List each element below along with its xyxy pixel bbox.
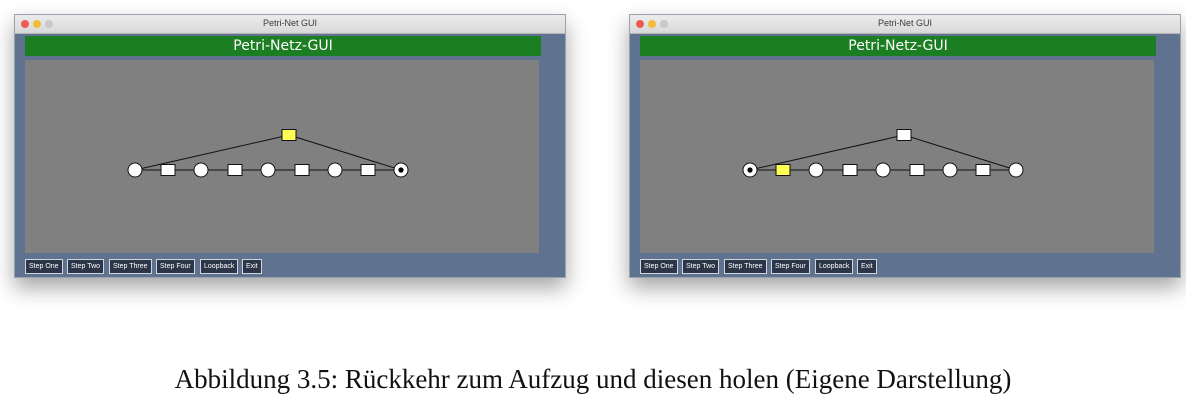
place-node: [875, 162, 891, 178]
transition-node: [160, 164, 176, 176]
transition-node: [975, 164, 991, 176]
window-title: Petri-Net GUI: [877, 18, 932, 28]
step-three-button[interactable]: Step Three: [109, 259, 152, 274]
transition-node: [294, 164, 310, 176]
window-title: Petri-Net GUI: [262, 18, 317, 28]
place-node: [260, 162, 276, 178]
exit-button[interactable]: Exit: [857, 259, 877, 274]
petri-net-canvas: [640, 60, 1154, 253]
step-two-button[interactable]: Step Two: [67, 259, 105, 274]
transition-node: [360, 164, 376, 176]
place-node: [193, 162, 209, 178]
app-header: Petri-Netz-GUI: [640, 36, 1156, 56]
app-header: Petri-Netz-GUI: [25, 36, 541, 56]
step-two-button[interactable]: Step Two: [682, 259, 720, 274]
title-bar: Petri-Net GUI: [630, 15, 1180, 34]
step-four-button[interactable]: Step Four: [771, 259, 810, 274]
step-four-button[interactable]: Step Four: [156, 259, 195, 274]
transition-node: [775, 164, 791, 176]
transition-node: [227, 164, 243, 176]
figure-caption: Abbildung 3.5: Rückkehr zum Aufzug und d…: [174, 364, 1012, 394]
loopback-transition-node: [281, 129, 297, 141]
place-node: [127, 162, 143, 178]
exit-button[interactable]: Exit: [242, 259, 262, 274]
place-node: [808, 162, 824, 178]
petri-net-canvas: [25, 60, 539, 253]
step-three-button[interactable]: Step Three: [724, 259, 767, 274]
place-node: [327, 162, 343, 178]
step-one-button[interactable]: Step One: [25, 259, 63, 274]
token-dot: [398, 167, 404, 173]
title-bar: Petri-Net GUI: [15, 15, 565, 34]
place-node: [942, 162, 958, 178]
place-node: [1008, 162, 1024, 178]
token-dot: [747, 167, 753, 173]
transition-node: [909, 164, 925, 176]
step-one-button[interactable]: Step One: [640, 259, 678, 274]
petri-net-diagram: [742, 129, 1024, 178]
loopback-button[interactable]: Loopback: [200, 259, 239, 274]
petri-net-window-right: Petri-Net GUI Petri-Netz-GUI Step One St…: [629, 14, 1181, 278]
petri-net-diagram: [127, 129, 409, 178]
petri-net-window-left: Petri-Net GUI Petri-Netz-GUI Step One St…: [14, 14, 566, 278]
transition-node: [842, 164, 858, 176]
loopback-button[interactable]: Loopback: [815, 259, 854, 274]
loopback-transition-node: [896, 129, 912, 141]
